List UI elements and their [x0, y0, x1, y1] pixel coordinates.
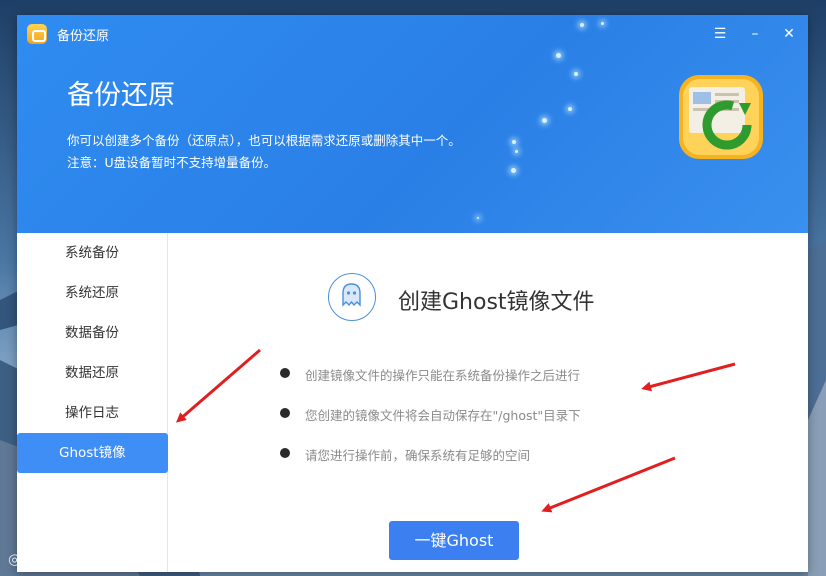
hero-title: 备份还原: [67, 80, 175, 111]
sparkle-dot: [568, 107, 572, 111]
one-click-ghost-button[interactable]: 一键Ghost: [389, 521, 519, 560]
restore-refresh-logo-icon: [679, 75, 763, 159]
sidebar: 系统备份 系统还原 数据备份 数据还原 操作日志 Ghost镜像: [17, 233, 168, 572]
sparkle-dot: [542, 118, 547, 123]
watermark: ◎ 大数据境: [8, 548, 86, 569]
sparkle-dot: [511, 168, 516, 173]
main-panel: 创建Ghost镜像文件 创建镜像文件的操作只能在系统备份操作之后进行 您创建的镜…: [168, 233, 808, 572]
backup-app-icon: [27, 24, 47, 44]
sidebar-item-operation-log[interactable]: 操作日志: [17, 393, 168, 433]
sparkle-dot: [512, 140, 516, 144]
bullet-icon: [280, 368, 290, 378]
info-line-2: 您创建的镜像文件将会自动保存在"/ghost"目录下: [305, 408, 581, 423]
backup-restore-window: 备份还原 ☰ – ✕ 备份还原 你可以创建多个备份（还原点），也可以根据需求还原…: [17, 15, 808, 572]
sparkle-dot: [477, 217, 479, 219]
watermark-text: 大数据境: [25, 550, 86, 568]
sparkle-dot: [574, 72, 578, 76]
sparkle-dot: [515, 150, 518, 153]
sidebar-item-data-backup[interactable]: 数据备份: [17, 313, 168, 353]
sidebar-item-system-backup[interactable]: 系统备份: [17, 233, 168, 273]
sidebar-item-system-restore[interactable]: 系统还原: [17, 273, 168, 313]
sparkle-dot: [556, 53, 561, 58]
minimize-icon[interactable]: –: [744, 23, 766, 45]
info-line-1: 创建镜像文件的操作只能在系统备份操作之后进行: [305, 368, 581, 383]
title-bar: 备份还原 ☰ – ✕: [17, 15, 808, 53]
watermark-logo-icon: ◎: [8, 550, 26, 568]
close-icon[interactable]: ✕: [778, 23, 800, 45]
bullet-icon: [280, 408, 290, 418]
ghost-icon: [328, 273, 376, 321]
ghost-glyph-icon: [342, 283, 361, 307]
menu-icon[interactable]: ☰: [709, 23, 731, 45]
main-title: 创建Ghost镜像文件: [398, 290, 595, 315]
bullet-icon: [280, 448, 290, 458]
hero-description: 你可以创建多个备份（还原点），也可以根据需求还原或删除其中一个。: [67, 133, 461, 148]
info-line-3: 请您进行操作前，确保系统有足够的空间: [305, 448, 531, 463]
header-banner: 备份还原 ☰ – ✕ 备份还原 你可以创建多个备份（还原点），也可以根据需求还原…: [17, 15, 808, 233]
hero-note: 注意：U盘设备暂时不支持增量备份。: [67, 155, 277, 170]
sidebar-item-ghost-image[interactable]: Ghost镜像: [17, 433, 168, 473]
app-title: 备份还原: [57, 29, 110, 44]
sidebar-item-data-restore[interactable]: 数据还原: [17, 353, 168, 393]
